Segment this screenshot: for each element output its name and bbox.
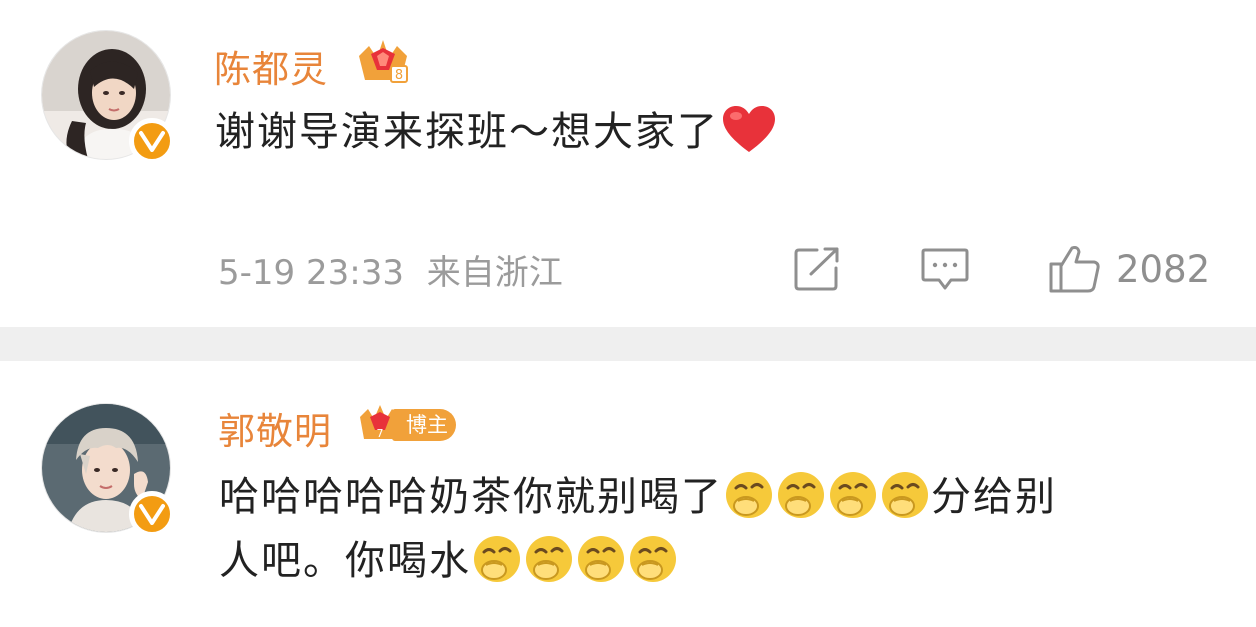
member-crown-badge-icon[interactable]: 8 bbox=[355, 36, 411, 86]
comment-meta: 5-19 23:33 来自浙江 bbox=[218, 245, 563, 294]
thinking-face-emoji-icon bbox=[474, 536, 520, 582]
verified-badge-icon bbox=[129, 491, 175, 537]
comment-text-line: 哈哈哈哈哈奶茶你就别喝了 分给别 bbox=[219, 465, 1229, 529]
comment-text: 谢谢导演来探班～想大家了 bbox=[215, 100, 779, 164]
thinking-face-emoji-icon bbox=[778, 472, 824, 518]
thinking-face-emoji-icon bbox=[726, 472, 772, 518]
share-button[interactable] bbox=[793, 244, 841, 294]
share-icon bbox=[794, 247, 839, 291]
comment-text-part: 哈哈哈哈哈奶茶你就别喝了 bbox=[219, 474, 723, 520]
thumbs-up-icon bbox=[1049, 246, 1100, 293]
comment-card: 郭敬明 7 博主 哈哈哈哈哈奶茶你就别喝了 分给别 人吧。你喝水 bbox=[0, 361, 1256, 627]
verified-badge-icon bbox=[129, 118, 175, 164]
thinking-face-emoji-icon bbox=[882, 472, 928, 518]
thinking-face-emoji-icon bbox=[630, 536, 676, 582]
thinking-face-emoji-icon bbox=[830, 472, 876, 518]
username[interactable]: 郭敬明 bbox=[218, 401, 332, 455]
badge-level: 8 bbox=[395, 68, 403, 83]
comment-location: 来自浙江 bbox=[426, 253, 563, 293]
blogger-tag[interactable]: 博主 bbox=[392, 409, 456, 441]
badge-level: 7 bbox=[377, 427, 384, 440]
comment-text-body: 谢谢导演来探班～想大家了 bbox=[215, 109, 719, 155]
comment-time: 5-19 23:33 bbox=[218, 253, 404, 293]
comment-text-part: 人吧。你喝水 bbox=[219, 538, 471, 584]
comment-text-line: 人吧。你喝水 bbox=[219, 529, 1229, 593]
comment-icon bbox=[921, 248, 969, 290]
thinking-face-emoji-icon bbox=[578, 536, 624, 582]
comment-card: 陈都灵 8 谢谢导演来探班～想大家了 5-19 23:33 来自浙江 2082 bbox=[0, 0, 1256, 327]
section-divider bbox=[0, 327, 1256, 361]
avatar[interactable] bbox=[41, 403, 175, 537]
username[interactable]: 陈都灵 bbox=[214, 39, 328, 93]
comment-text: 哈哈哈哈哈奶茶你就别喝了 分给别 人吧。你喝水 bbox=[219, 465, 1229, 593]
comment-text-part: 分给别 bbox=[931, 474, 1057, 520]
like-button[interactable]: 2082 bbox=[1048, 244, 1210, 294]
thinking-face-emoji-icon bbox=[526, 536, 572, 582]
avatar[interactable] bbox=[41, 30, 175, 164]
comment-button[interactable] bbox=[920, 244, 970, 294]
red-heart-emoji-icon bbox=[723, 106, 775, 152]
like-count: 2082 bbox=[1116, 247, 1211, 291]
